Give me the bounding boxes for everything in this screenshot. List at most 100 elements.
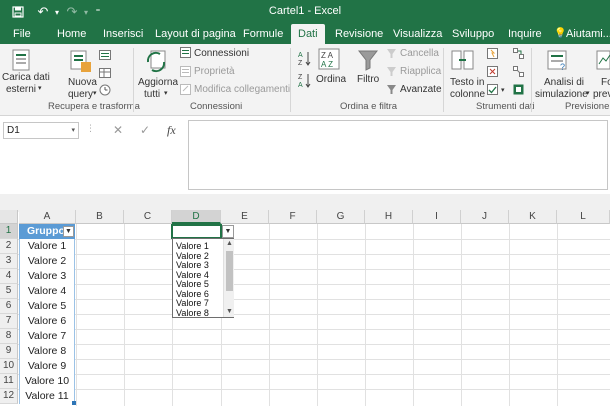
aggiorna-label-2[interactable]: tutti — [144, 89, 160, 100]
row-header-8[interactable]: 8 — [0, 329, 18, 344]
row-header-2[interactable]: 2 — [0, 239, 18, 254]
column-header-a[interactable]: A — [19, 210, 76, 224]
formula-input[interactable] — [188, 120, 608, 190]
tab-dati[interactable]: Dati — [291, 24, 325, 44]
row-header-4[interactable]: 4 — [0, 269, 18, 284]
column-header-h[interactable]: H — [365, 210, 413, 224]
chevron-down-icon[interactable]: ▾ — [501, 86, 505, 94]
table-cell[interactable]: Valore 3 — [19, 269, 75, 284]
filtro-button[interactable]: Filtro — [357, 74, 379, 85]
filter-dropdown-icon[interactable]: ▼ — [63, 226, 74, 237]
nuova-query-label-2[interactable]: query — [68, 89, 93, 100]
connessioni-button[interactable]: Connessioni — [194, 48, 249, 59]
relationships-icon[interactable] — [513, 66, 524, 80]
list-item[interactable]: Valore 7 — [176, 298, 209, 308]
table-cell[interactable]: Valore 9 — [19, 359, 75, 374]
analisi-label-2[interactable]: simulazione — [535, 89, 588, 100]
column-header-c[interactable]: C — [124, 210, 172, 224]
ordina-button[interactable]: Ordina — [316, 74, 346, 85]
tab-file[interactable]: File — [13, 24, 31, 44]
carica-dati-label-2[interactable]: esterni — [6, 84, 36, 95]
sort-za-icon[interactable]: ZA — [298, 72, 312, 91]
table-cell[interactable]: Valore 2 — [19, 254, 75, 269]
table-cell[interactable]: Valore 7 — [19, 329, 75, 344]
name-box[interactable]: D1 ▾ — [3, 122, 79, 139]
show-queries-icon[interactable] — [99, 50, 111, 63]
aggiorna-label[interactable]: Aggiorna — [138, 77, 178, 88]
row-header-9[interactable]: 9 — [0, 344, 18, 359]
column-header-l[interactable]: L — [557, 210, 610, 224]
tab-formule[interactable]: Formule — [243, 24, 283, 44]
consolidate-icon[interactable] — [513, 48, 524, 62]
chevron-down-icon[interactable]: ▾ — [93, 89, 97, 97]
column-header-k[interactable]: K — [509, 210, 557, 224]
insert-function-icon[interactable]: fx — [167, 123, 176, 138]
recent-sources-icon[interactable] — [99, 84, 111, 99]
sort-az-icon[interactable]: AZ — [298, 50, 312, 69]
chevron-down-icon[interactable]: ▾ — [38, 84, 42, 92]
column-header-b[interactable]: B — [76, 210, 124, 224]
previsione-label[interactable]: Fo — [601, 77, 610, 88]
select-all-corner[interactable] — [0, 210, 18, 224]
table-cell[interactable]: Valore 1 — [19, 239, 75, 254]
data-validation-icon[interactable] — [487, 84, 498, 98]
nuova-query-label[interactable]: Nuova — [68, 77, 97, 88]
list-item[interactable]: Valore 1 — [176, 241, 209, 251]
cancel-icon[interactable]: ✕ — [113, 123, 123, 137]
row-header-11[interactable]: 11 — [0, 374, 18, 389]
table-resize-handle[interactable] — [72, 401, 76, 405]
row-header-3[interactable]: 3 — [0, 254, 18, 269]
row-header-1[interactable]: 1 — [0, 224, 18, 239]
list-item[interactable]: Valore 5 — [176, 279, 209, 289]
row-header-6[interactable]: 6 — [0, 299, 18, 314]
table-cell[interactable]: Valore 10 — [19, 374, 75, 389]
chevron-down-icon[interactable]: ▾ — [71, 123, 75, 138]
tab-revisione[interactable]: Revisione — [335, 24, 383, 44]
row-header-5[interactable]: 5 — [0, 284, 18, 299]
table-cell[interactable]: Valore 5 — [19, 299, 75, 314]
column-header-e[interactable]: E — [221, 210, 269, 224]
row-header-10[interactable]: 10 — [0, 359, 18, 374]
list-item[interactable]: Valore 8 — [176, 308, 209, 318]
remove-duplicates-icon[interactable] — [487, 66, 498, 80]
tell-me-search[interactable]: Aiutami... — [566, 24, 610, 44]
testo-colonne-label[interactable]: Testo in — [450, 77, 484, 88]
tab-sviluppo[interactable]: Sviluppo — [452, 24, 494, 44]
avanzate-button[interactable]: Avanzate — [400, 84, 442, 95]
chevron-down-icon[interactable]: ▾ — [164, 89, 168, 97]
scrollbar-thumb[interactable] — [226, 251, 233, 291]
data-model-icon[interactable] — [513, 84, 524, 98]
scroll-down-icon[interactable]: ▼ — [224, 307, 235, 317]
flash-fill-icon[interactable] — [487, 48, 498, 62]
tab-home[interactable]: Home — [57, 24, 86, 44]
spreadsheet-grid[interactable]: A B C D E F G H I J K L 1 2 3 4 5 6 7 8 … — [0, 210, 610, 406]
column-header-f[interactable]: F — [269, 210, 317, 224]
column-header-g[interactable]: G — [317, 210, 365, 224]
tab-visualizza[interactable]: Visualizza — [393, 24, 442, 44]
row-header-12[interactable]: 12 — [0, 389, 18, 404]
carica-dati-label[interactable]: Carica dati — [2, 72, 50, 83]
previsione-label-2[interactable]: prev — [593, 89, 610, 100]
table-cell[interactable]: Valore 8 — [19, 344, 75, 359]
active-cell-d1[interactable] — [171, 224, 222, 239]
table-cell[interactable]: Valore 6 — [19, 314, 75, 329]
list-item[interactable]: Valore 3 — [176, 260, 209, 270]
dropdown-scrollbar[interactable]: ▲ ▼ — [223, 239, 234, 317]
table-cell[interactable]: Valore 11 — [19, 389, 75, 404]
chevron-down-icon[interactable]: ▾ — [586, 89, 590, 97]
column-header-j[interactable]: J — [461, 210, 509, 224]
from-table-icon[interactable] — [99, 68, 111, 81]
analisi-label[interactable]: Analisi di — [544, 77, 584, 88]
validation-dropdown-list[interactable]: Valore 1 Valore 2 Valore 3 Valore 4 Valo… — [172, 238, 234, 318]
tab-layout-di-pagina[interactable]: Layout di pagina — [155, 24, 236, 44]
table-cell[interactable]: Valore 4 — [19, 284, 75, 299]
testo-colonne-label-2[interactable]: colonne — [450, 89, 485, 100]
column-header-d[interactable]: D — [172, 210, 221, 224]
scroll-up-icon[interactable]: ▲ — [224, 239, 235, 249]
tab-inserisci[interactable]: Inserisci — [103, 24, 143, 44]
enter-icon[interactable]: ✓ — [140, 123, 150, 137]
validation-dropdown-button[interactable]: ▼ — [222, 225, 234, 238]
tab-inquire[interactable]: Inquire — [508, 24, 542, 44]
row-header-7[interactable]: 7 — [0, 314, 18, 329]
column-header-i[interactable]: I — [413, 210, 461, 224]
